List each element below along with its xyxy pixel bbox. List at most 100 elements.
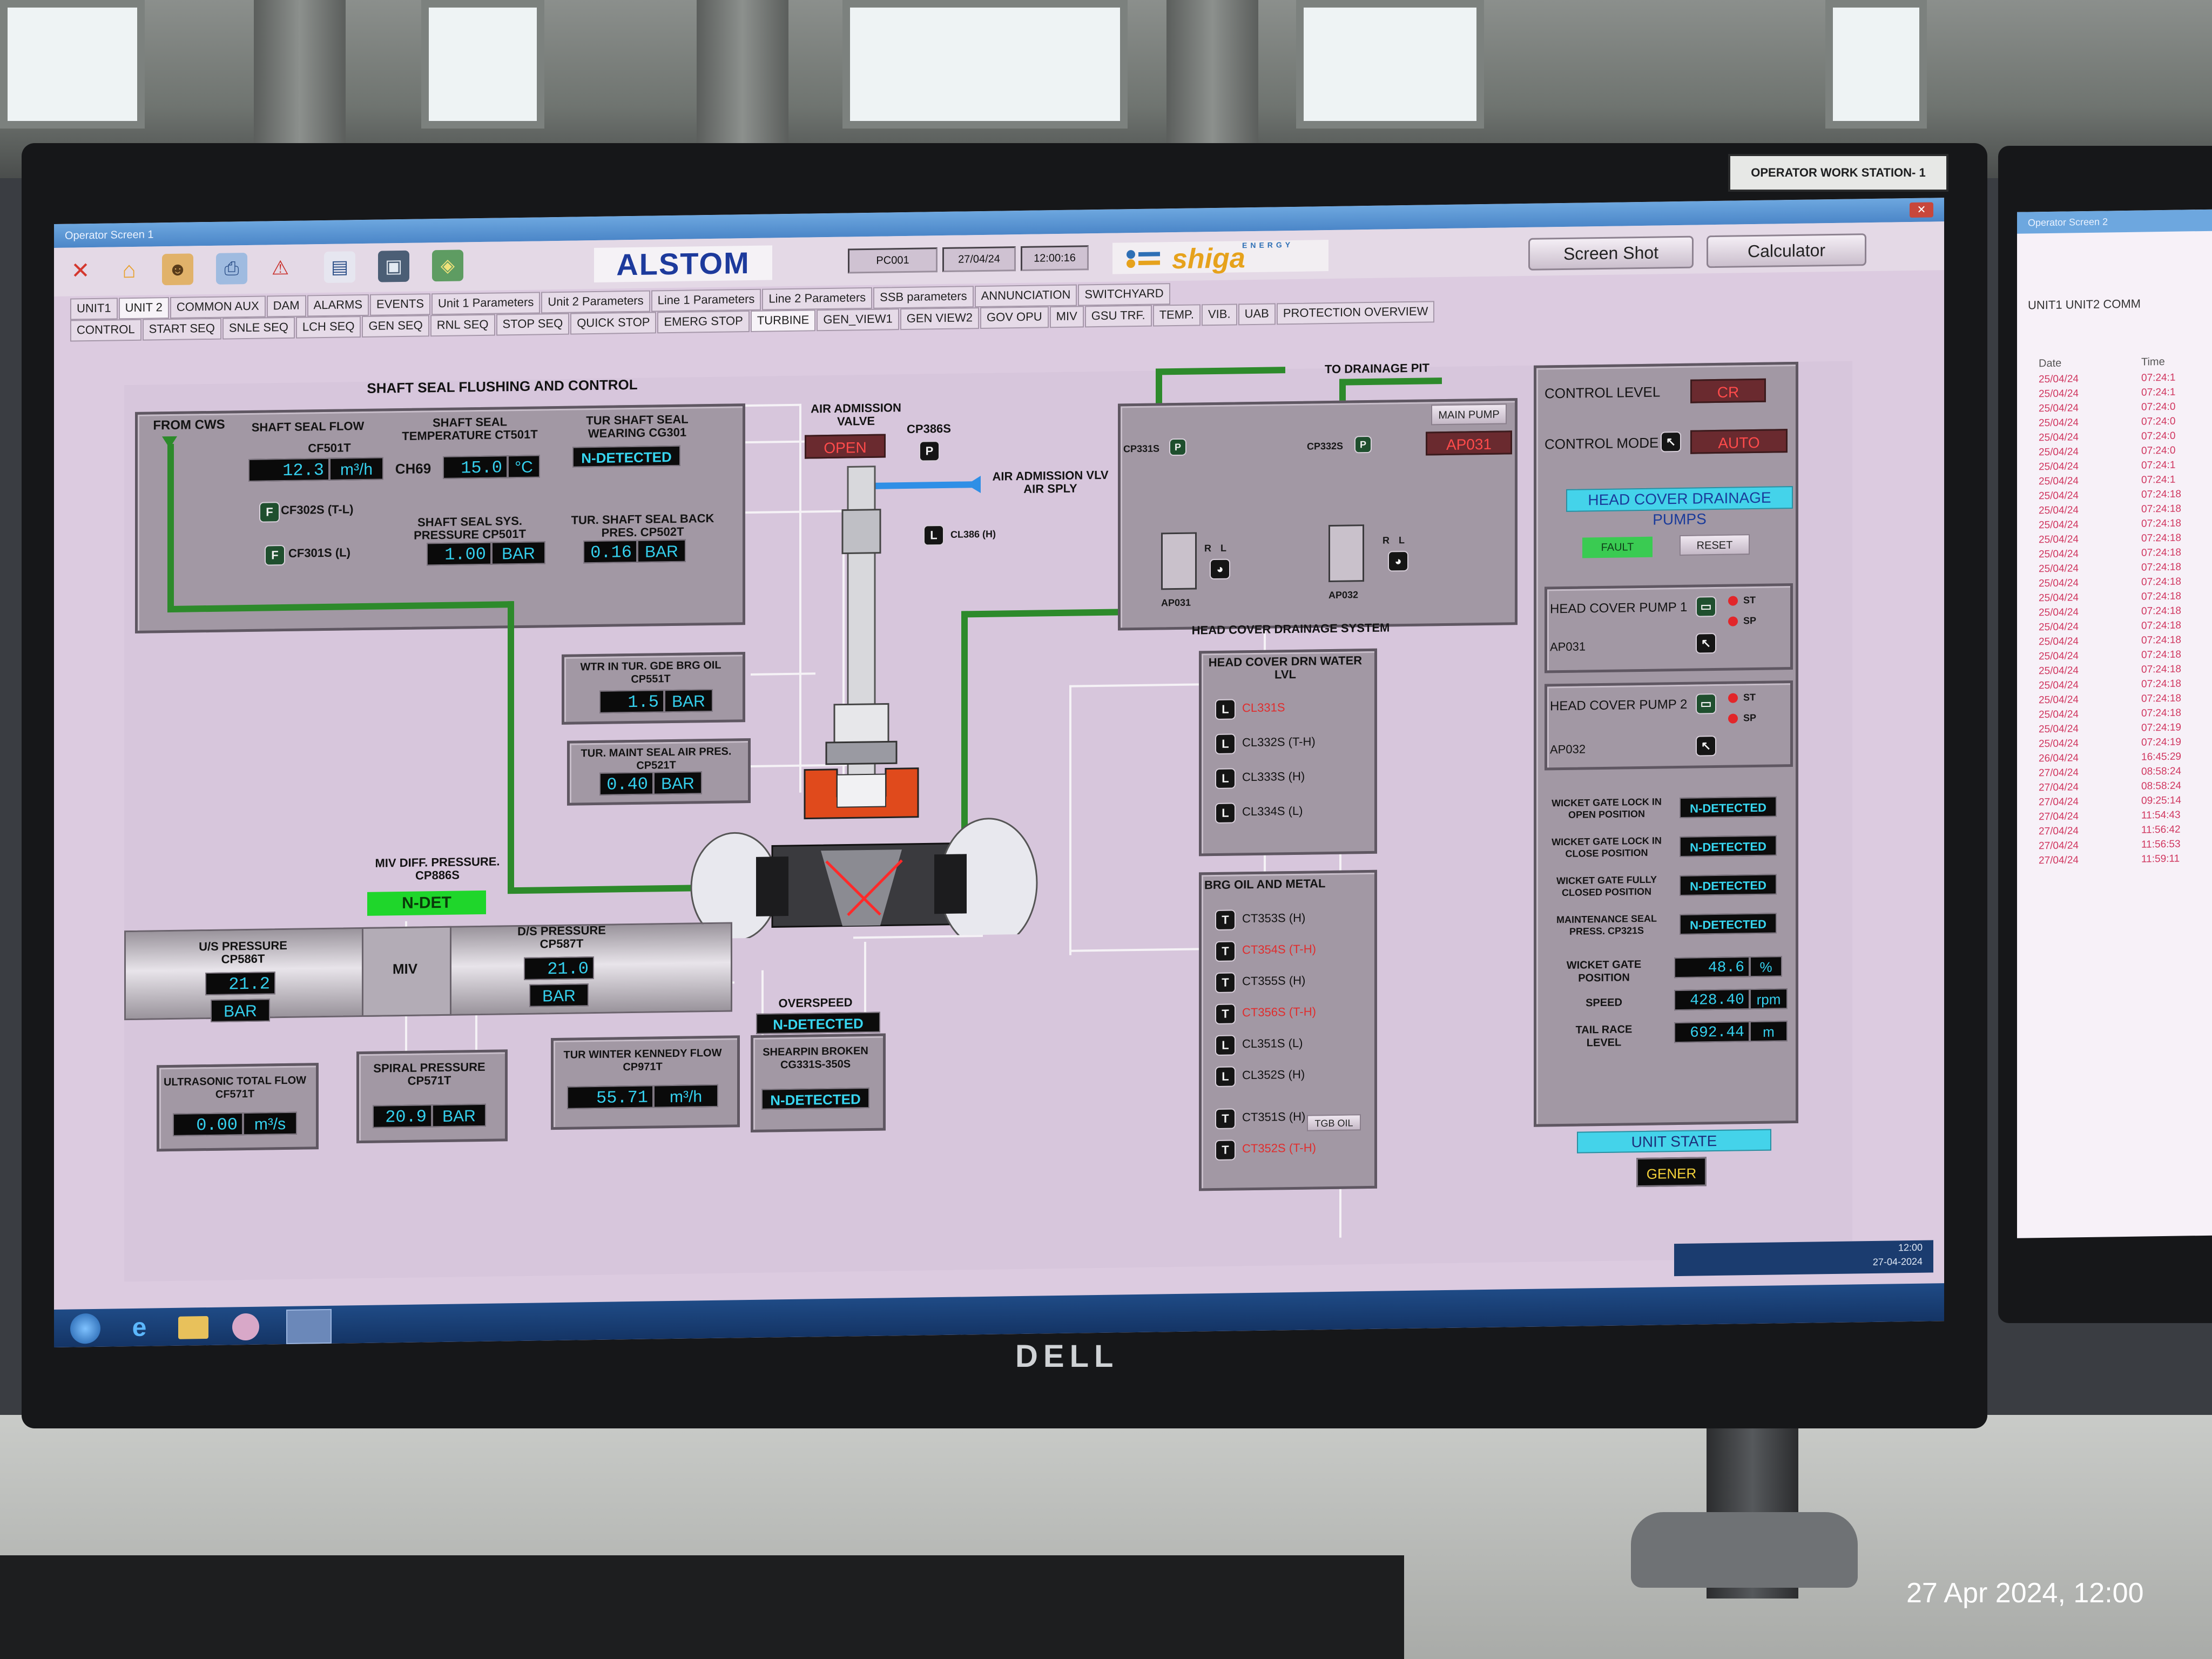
ie-icon[interactable]: e: [124, 1312, 154, 1343]
temperature-t-icon: T: [1215, 1003, 1236, 1024]
nav-screen-tab[interactable]: EMERG STOP: [657, 311, 750, 334]
nav-screen-tab[interactable]: START SEQ: [142, 318, 221, 341]
control-mode-value[interactable]: AUTO: [1690, 429, 1788, 454]
shaft-seal-flow-tag: CF501T: [308, 441, 351, 455]
home-icon[interactable]: ⌂: [113, 254, 145, 286]
log-time: 07:24:18: [2141, 649, 2181, 661]
close-red-icon[interactable]: ✕: [65, 255, 96, 287]
nav-screen-tab[interactable]: GEN SEQ: [362, 315, 429, 338]
app-icon[interactable]: [232, 1313, 259, 1341]
nav-screen-tab[interactable]: SNLE SEQ: [222, 316, 295, 340]
shiga-logo-subtext: ENERGY: [1242, 240, 1294, 250]
nav-screen-tab[interactable]: UAB: [1238, 303, 1276, 326]
water-level-title: HEAD COVER DRN WATER LVL: [1208, 653, 1363, 682]
nav-tab[interactable]: ALARMS: [307, 294, 369, 317]
nav-screen-tab[interactable]: QUICK STOP: [570, 312, 657, 335]
nav-screen-tab[interactable]: LCH SEQ: [295, 316, 361, 339]
log-date: 25/04/24: [2039, 723, 2079, 736]
nav-tab[interactable]: DAM: [266, 295, 306, 318]
user-icon[interactable]: ☻: [162, 253, 193, 286]
level-l-icon: L: [1215, 699, 1236, 720]
main-pump-button[interactable]: MAIN PUMP: [1431, 403, 1507, 426]
ds-pressure-value: 21.0: [524, 956, 594, 980]
level-l-icon: L: [1215, 768, 1236, 789]
nav-screen-tab[interactable]: GOV OPU: [980, 306, 1049, 329]
nav-tab[interactable]: SWITCHYARD: [1078, 283, 1170, 306]
monitor-brand: DELL: [1015, 1339, 1119, 1374]
nav-tab[interactable]: Line 1 Parameters: [651, 288, 761, 312]
nav-screen-tab[interactable]: RNL SEQ: [430, 314, 495, 337]
alarm-icon[interactable]: ⚠: [265, 252, 296, 284]
nav-tab[interactable]: SSB parameters: [873, 286, 974, 309]
mode-select-icon[interactable]: ↖: [1661, 431, 1681, 453]
nav-tab[interactable]: EVENTS: [370, 293, 431, 316]
pump2-start-icon[interactable]: ▭: [1696, 693, 1716, 714]
cf301s-label: CF301S (L): [288, 545, 350, 560]
nav-tab[interactable]: Line 2 Parameters: [762, 287, 873, 311]
nav-screen-tab[interactable]: GSU TRF.: [1084, 305, 1152, 328]
log-date: 25/04/24: [2039, 650, 2079, 663]
pump1-sp-label: SP: [1743, 615, 1757, 626]
nav-tab[interactable]: UNIT 2: [118, 297, 169, 320]
folder-icon[interactable]: [178, 1316, 208, 1339]
printer-icon[interactable]: ⎙: [216, 253, 247, 285]
log-date: 27/04/24: [2039, 781, 2079, 794]
nav-tab[interactable]: UNIT1: [70, 298, 118, 320]
map-icon[interactable]: ◈: [432, 249, 463, 282]
log-time: 07:24:18: [2141, 561, 2181, 574]
tray-date: 27-04-2024: [1872, 1256, 1923, 1267]
flow-arrow-icon: [162, 436, 177, 449]
log-time: 07:24:18: [2141, 517, 2181, 530]
main-screen: Operator Screen 1 ✕ ✕ ⌂ ☻ ⎙ ⚠ ▤ ▣ ◈ ALST…: [54, 198, 1944, 1347]
nav-tab[interactable]: COMMON AUX: [170, 295, 266, 319]
log-col-date: Date: [2039, 357, 2062, 370]
pump2-select-icon[interactable]: ↖: [1696, 736, 1716, 757]
pump-ap032-icon: [1328, 524, 1364, 583]
nav-screen-tab[interactable]: GEN_VIEW1: [817, 308, 899, 332]
shaft-seal-flow-label: SHAFT SEAL FLOW: [251, 419, 365, 434]
log-time: 07:24:18: [2141, 590, 2181, 603]
reset-button[interactable]: RESET: [1680, 534, 1750, 556]
speed-unit: rpm: [1750, 988, 1788, 1010]
cp331s-label: CP331S: [1123, 443, 1160, 455]
window-pane: [1825, 0, 1927, 129]
control-level-value[interactable]: CR: [1690, 378, 1766, 403]
nav-tab[interactable]: ANNUNCIATION: [974, 284, 1077, 308]
nav-screen-tab[interactable]: STOP SEQ: [496, 313, 570, 336]
log-date: 25/04/24: [2039, 694, 2079, 706]
active-app-icon[interactable]: [286, 1309, 332, 1344]
pillar: [697, 0, 788, 151]
close-icon[interactable]: ✕: [1910, 202, 1933, 218]
nav-screen-tab[interactable]: CONTROL: [70, 319, 141, 342]
document-icon[interactable]: ▤: [324, 251, 355, 284]
nav-screen-tab[interactable]: TURBINE: [750, 309, 816, 332]
nav-screen-tab[interactable]: PROTECTION OVERVIEW: [1276, 301, 1435, 325]
log-date: 25/04/24: [2039, 475, 2079, 488]
pump1-rl-switch-icon[interactable]: ◕: [1210, 558, 1230, 580]
log-time: 16:45:29: [2141, 751, 2181, 763]
log-time: 07:24:18: [2141, 707, 2181, 719]
log-date: 25/04/24: [2039, 563, 2079, 575]
calculator-button[interactable]: Calculator: [1707, 233, 1866, 268]
nav-screen-tab[interactable]: TEMP.: [1152, 304, 1201, 327]
screen-shot-button[interactable]: Screen Shot: [1528, 235, 1694, 271]
pump2-rl-switch-icon[interactable]: ◕: [1388, 550, 1408, 572]
system-tray[interactable]: 12:00 27-04-2024: [1674, 1240, 1933, 1277]
side-tabs[interactable]: UNIT1 UNIT2 COMM: [2028, 297, 2141, 313]
nav-screen-tab[interactable]: GEN VIEW2: [900, 307, 979, 331]
temperature-t-icon: T: [1215, 1108, 1236, 1129]
nav-screen-tab[interactable]: VIB.: [1202, 304, 1237, 326]
log-time: 07:24:18: [2141, 488, 2181, 501]
start-button-icon[interactable]: [70, 1313, 100, 1344]
pump1-select-icon[interactable]: ↖: [1696, 633, 1716, 654]
log-date: 25/04/24: [2039, 709, 2079, 721]
log-date: 27/04/24: [2039, 840, 2079, 852]
pump1-start-icon[interactable]: ▭: [1696, 596, 1716, 617]
nav-tab[interactable]: Unit 1 Parameters: [431, 292, 541, 315]
side-window-title: Operator Screen 2: [2017, 209, 2212, 234]
nav-tab[interactable]: Unit 2 Parameters: [541, 290, 650, 314]
nav-screen-tab[interactable]: MIV: [1049, 306, 1084, 328]
camera-icon[interactable]: ▣: [378, 250, 409, 282]
level-l-icon: L: [1215, 802, 1236, 824]
pump1-l-label: L: [1220, 542, 1226, 554]
